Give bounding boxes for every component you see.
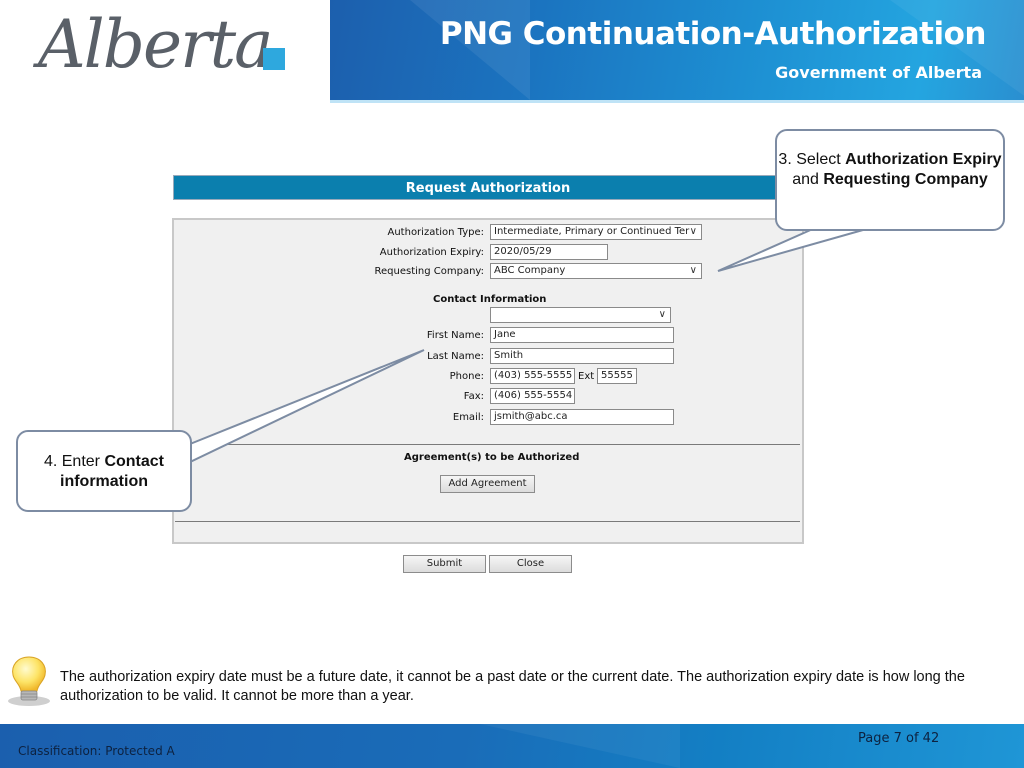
contact-information-heading: Contact Information: [433, 294, 547, 305]
chevron-down-icon: ∨: [658, 309, 666, 320]
slide-subtitle: Government of Alberta: [775, 63, 982, 82]
email-label: Email:: [452, 412, 484, 423]
header-divider: [330, 100, 1024, 103]
callout-3-mid: and: [792, 171, 824, 188]
section-divider: [175, 521, 800, 522]
last-name-label: Last Name:: [427, 351, 484, 362]
classification-label: Classification: Protected A: [18, 744, 175, 758]
first-name-input[interactable]: Jane: [490, 327, 674, 343]
slide-title: PNG Continuation-Authorization: [439, 16, 987, 52]
close-button[interactable]: Close: [489, 555, 572, 573]
page-number: Page 7 of 42: [858, 731, 940, 746]
last-name-input[interactable]: Smith: [490, 348, 674, 364]
phone-label: Phone:: [449, 371, 484, 382]
ext-label: Ext: [578, 371, 595, 382]
fax-input[interactable]: (406) 555-5554: [490, 388, 575, 404]
form-title: Request Authorization: [173, 175, 803, 200]
contact-select[interactable]: ∨: [490, 307, 671, 323]
phone-input[interactable]: (403) 555-5555: [490, 368, 575, 384]
requesting-company-select[interactable]: ABC Company ∨: [490, 263, 702, 279]
add-agreement-button[interactable]: Add Agreement: [440, 475, 535, 493]
callout-step-3: 3. Select Authorization Expiry and Reque…: [775, 129, 1005, 231]
authorization-expiry-input[interactable]: 2020/05/29: [490, 244, 608, 260]
requesting-company-value: ABC Company: [494, 265, 566, 276]
authorization-expiry-label: Authorization Expiry:: [379, 247, 484, 258]
logo-square-icon: [263, 48, 285, 70]
email-input[interactable]: jsmith@abc.ca: [490, 409, 674, 425]
logo-wordmark: Alberta: [38, 6, 273, 83]
header-banner: PNG Continuation-Authorization Governmen…: [330, 0, 1024, 100]
request-authorization-form: [172, 218, 804, 544]
lightbulb-icon: [8, 656, 50, 706]
requesting-company-label: Requesting Company:: [374, 266, 484, 277]
chevron-down-icon: ∨: [689, 265, 697, 276]
section-divider: [175, 444, 800, 445]
slide-footer: Classification: Protected A Page 7 of 42: [0, 724, 1024, 768]
alberta-logo: Alberta: [0, 0, 330, 102]
submit-button[interactable]: Submit: [403, 555, 486, 573]
fax-label: Fax:: [463, 391, 484, 402]
callout-3-bold-2: Requesting Company: [823, 171, 988, 188]
first-name-label: First Name:: [426, 330, 484, 341]
agreements-heading: Agreement(s) to be Authorized: [404, 452, 580, 463]
info-note: The authorization expiry date must be a …: [60, 669, 965, 704]
slide-header: Alberta PNG Continuation-Authorization G…: [0, 0, 1024, 103]
authorization-type-value: Intermediate, Primary or Continued Ter: [494, 226, 690, 237]
callout-step-4: 4. Enter Contact information: [16, 430, 192, 512]
ext-input[interactable]: 55555: [597, 368, 637, 384]
callout-3-prefix: 3. Select: [778, 151, 846, 168]
authorization-type-label: Authorization Type:: [387, 227, 485, 238]
chevron-down-icon: ∨: [689, 226, 697, 237]
callout-4-prefix: 4. Enter: [43, 453, 105, 470]
authorization-type-select[interactable]: Intermediate, Primary or Continued Ter ∨: [490, 224, 702, 240]
callout-3-bold-1: Authorization Expiry: [845, 151, 1002, 168]
